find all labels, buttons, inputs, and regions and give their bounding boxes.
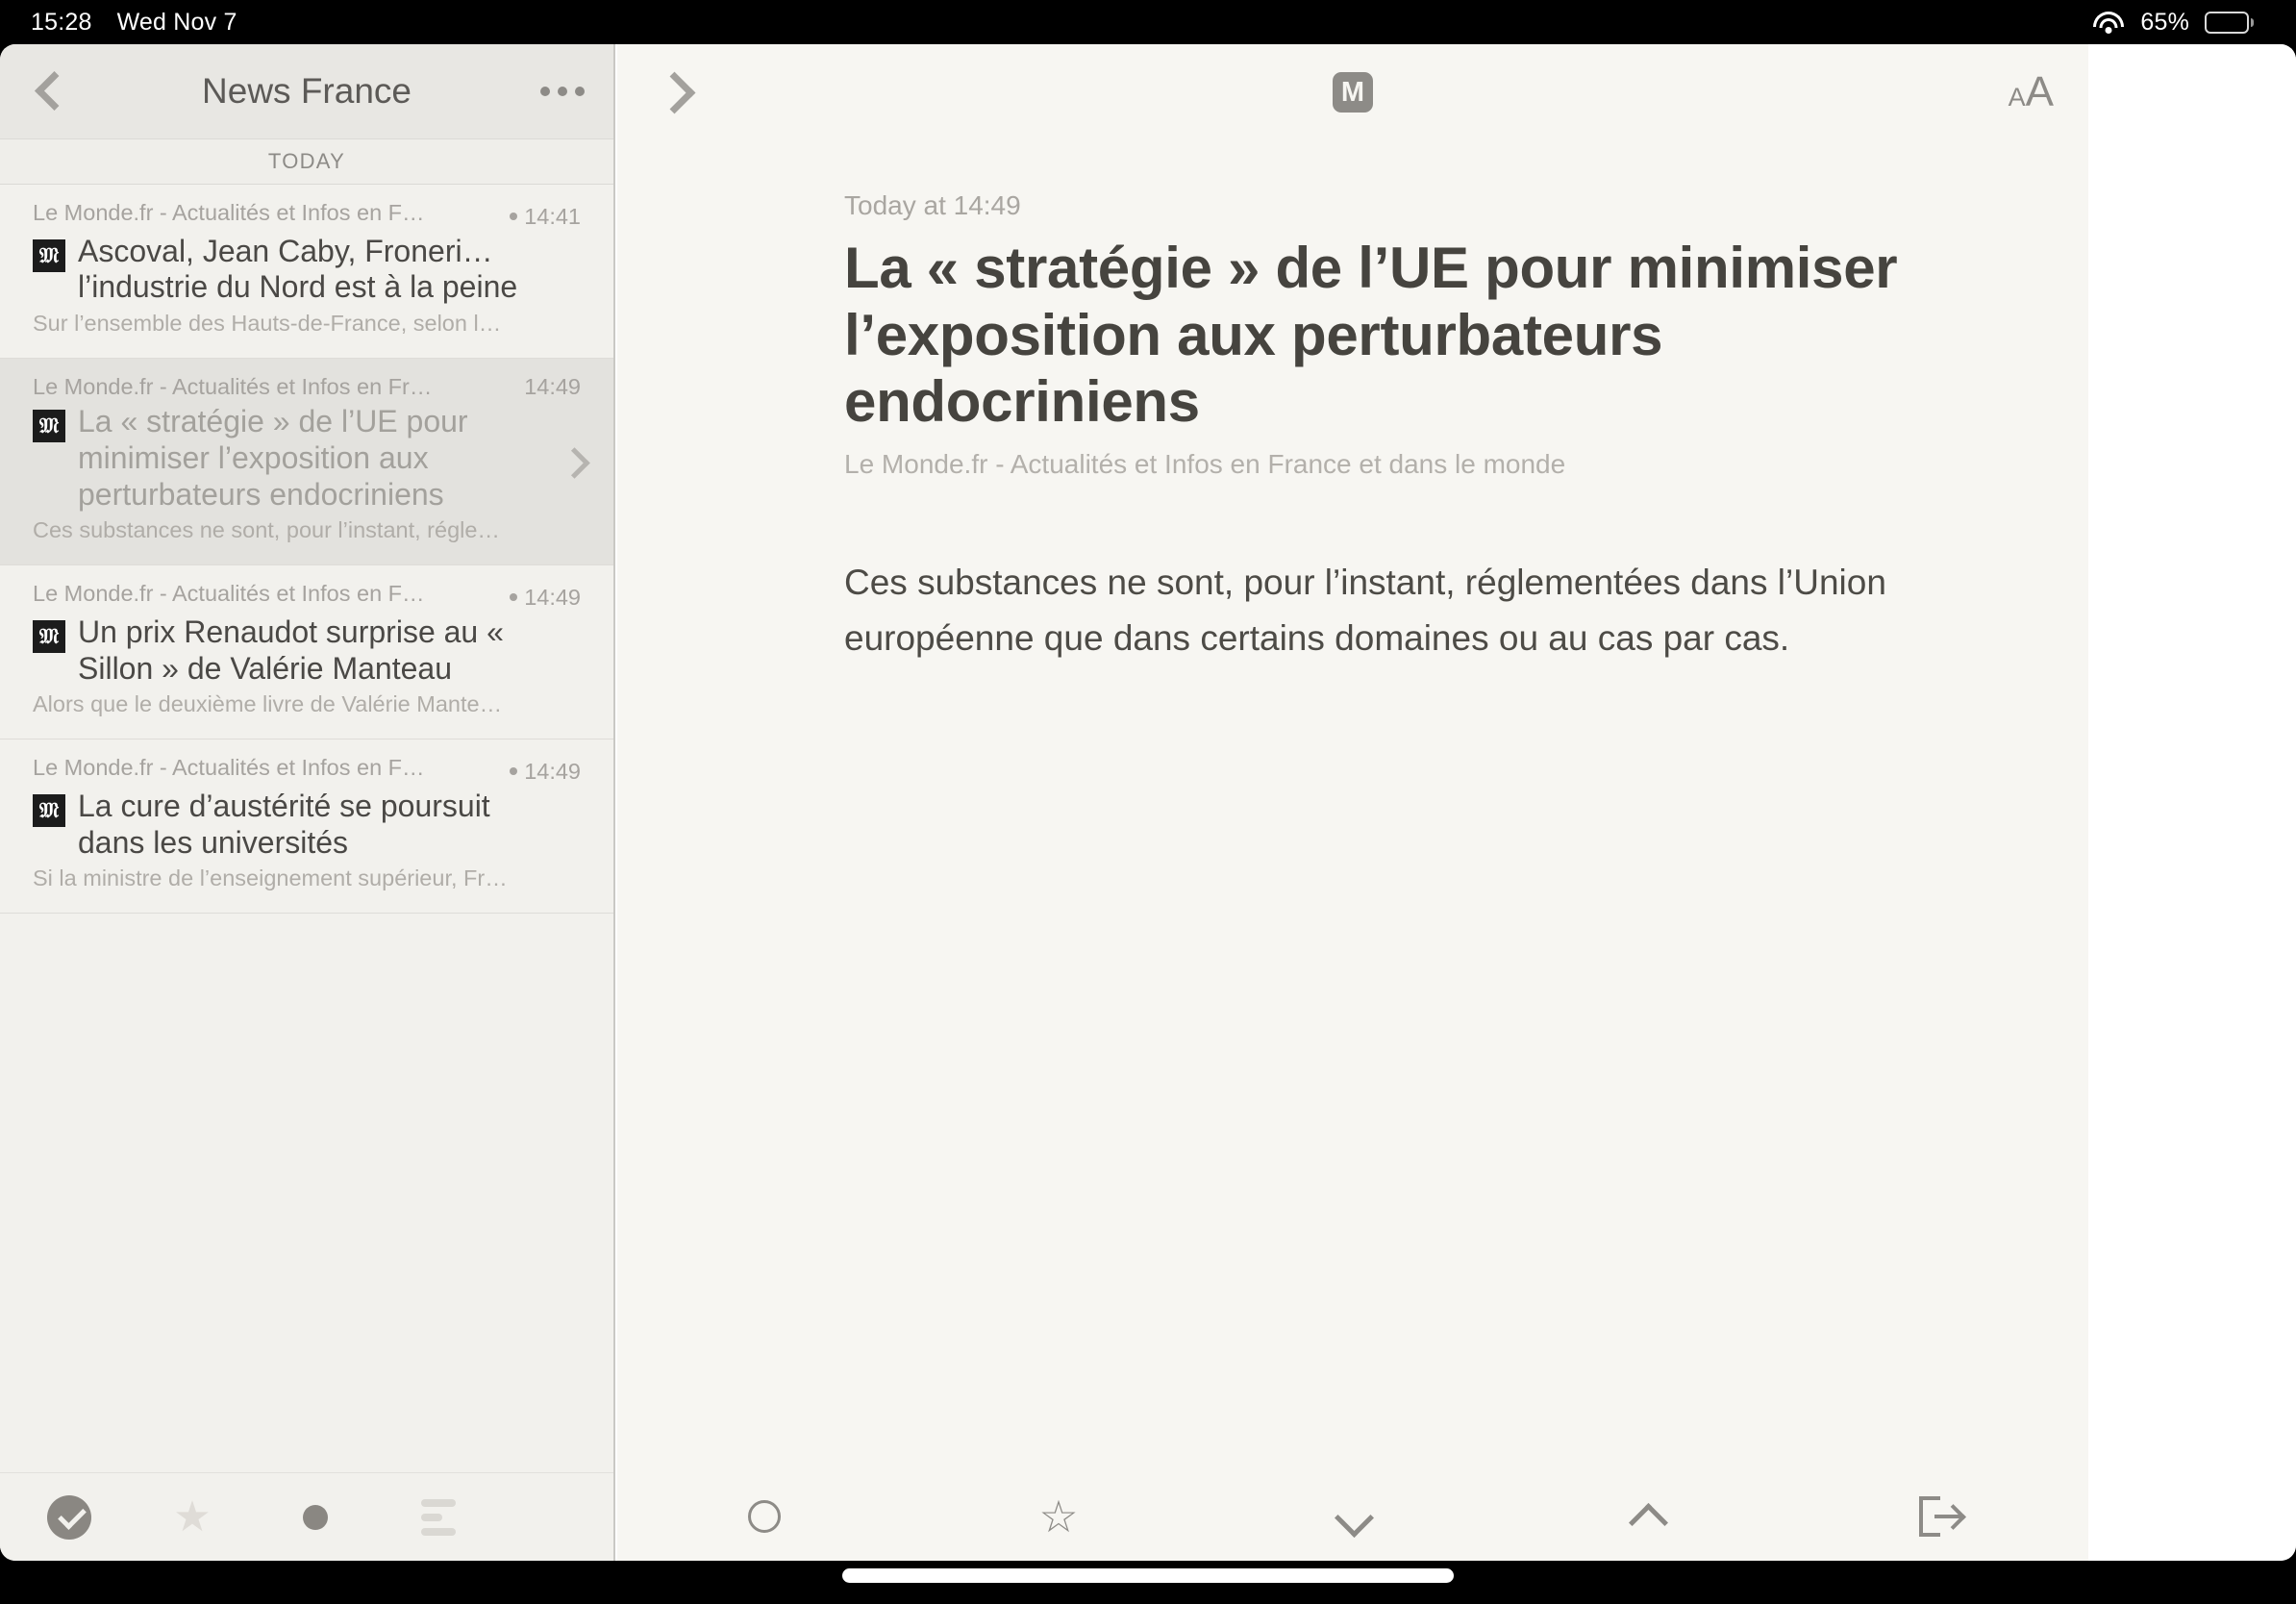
share-button[interactable] <box>1794 1472 2088 1561</box>
list-item-snippet: Ces substances ne sont, pour l’instant, … <box>33 517 500 543</box>
view-options-button[interactable] <box>377 1473 500 1562</box>
status-bar-left: 15:28 Wed Nov 7 <box>31 9 237 37</box>
mark-read-check-icon <box>47 1494 91 1540</box>
list-item-time: 14:49 <box>524 374 581 399</box>
list-item-title-text: La « stratégie » de l’UE pour minimiser … <box>78 404 468 512</box>
unread-dot-icon <box>303 1504 328 1530</box>
list-item[interactable]: Le Monde.fr - Actualités et Infos en F… … <box>0 565 613 740</box>
list-item-title: 𝔐 Ascoval, Jean Caby, Froneri… l’industr… <box>33 234 581 307</box>
list-item-snippet: Sur l’ensemble des Hauts-de-France, selo… <box>33 311 502 336</box>
list-item-title-text: La cure d’austérité se poursuit dans les… <box>78 788 490 860</box>
list-item[interactable]: Le Monde.fr - Actualités et Infos en F… … <box>0 185 613 359</box>
chevron-left-icon[interactable] <box>27 70 69 113</box>
mark-unread-circle-icon <box>748 1500 781 1533</box>
article-date: Today at 14:49 <box>844 190 1021 220</box>
unread-dot-icon <box>510 767 518 776</box>
list-item-source: Le Monde.fr - Actualités et Infos en F… <box>33 200 425 225</box>
le-monde-favicon: 𝔐 <box>33 410 65 442</box>
le-monde-favicon: 𝔐 <box>33 619 65 653</box>
sidebar-header: News France <box>0 44 613 138</box>
unread-filter-button[interactable] <box>254 1473 377 1562</box>
sidebar: News France TODAY Le Monde.fr - Actualit… <box>0 44 615 1561</box>
next-article-button[interactable] <box>1206 1472 1500 1561</box>
list-item-time: 14:49 <box>496 759 581 785</box>
le-monde-favicon: 𝔐 <box>33 793 65 827</box>
article-body: Ces substances ne sont, pour l’instant, … <box>844 562 1886 659</box>
reader-pane: M A A Today at 14:49 La « stratégie » de… <box>617 44 2088 1561</box>
share-export-icon <box>1919 1496 1963 1537</box>
le-monde-favicon: 𝔐 <box>33 238 65 272</box>
list-item-meta: Le Monde.fr - Actualités et Infos en Fr…… <box>33 374 581 400</box>
le-monde-m-logo: M <box>1333 72 1373 113</box>
list-item-title: 𝔐 La « stratégie » de l’UE pour minimise… <box>33 404 581 513</box>
list-item[interactable]: Le Monde.fr - Actualités et Infos en Fr…… <box>0 359 613 566</box>
status-date: Wed Nov 7 <box>116 8 237 36</box>
list-item-time: 14:41 <box>496 204 581 230</box>
reader-header: M A A <box>617 44 2088 140</box>
wifi-icon <box>2092 10 2125 35</box>
article-title: La « stratégie » de l’UE pour minimiser … <box>844 236 1898 435</box>
list-item-snippet: Alors que le deuxième livre de Valérie M… <box>33 691 503 717</box>
chevron-up-icon <box>1627 1496 1667 1537</box>
mark-read-button[interactable] <box>8 1473 131 1562</box>
list-item-snippet: Si la ministre de l’enseignement supérie… <box>33 865 508 891</box>
star-button[interactable]: ☆ <box>911 1472 1206 1561</box>
unread-dot-icon <box>510 213 518 220</box>
ellipsis-icon[interactable] <box>540 87 585 96</box>
star-filled-icon: ★ <box>173 1492 212 1541</box>
home-indicator-bar[interactable] <box>842 1568 1454 1583</box>
star-outline-icon: ☆ <box>1038 1491 1079 1541</box>
reader-toolbar: ☆ <box>617 1472 2088 1561</box>
list-item-title-text: Un prix Renaudot surprise au « Sillon » … <box>78 614 504 686</box>
battery-percent-label: 65% <box>2140 8 2189 36</box>
status-time: 15:28 <box>31 8 92 36</box>
section-header-today: TODAY <box>0 138 613 185</box>
right-blank-pane <box>2088 44 2296 1561</box>
list-item-source: Le Monde.fr - Actualités et Infos en Fr… <box>33 374 433 399</box>
list-item-source: Le Monde.fr - Actualités et Infos en F… <box>33 581 425 607</box>
sidebar-toolbar: ★ <box>0 1472 613 1561</box>
chevron-down-icon <box>1333 1496 1373 1537</box>
article-list[interactable]: Le Monde.fr - Actualités et Infos en F… … <box>0 185 613 1472</box>
unread-dot-icon <box>510 593 518 602</box>
list-item-meta: Le Monde.fr - Actualités et Infos en F… … <box>33 581 581 611</box>
previous-article-button[interactable] <box>1500 1472 1794 1561</box>
sidebar-title: News France <box>202 71 412 111</box>
reader-body: Today at 14:49 La « stratégie » de l’UE … <box>617 140 2088 1472</box>
app-window: News France TODAY Le Monde.fr - Actualit… <box>0 44 2296 1561</box>
list-item-source: Le Monde.fr - Actualités et Infos en F… <box>33 755 425 781</box>
list-item-meta: Le Monde.fr - Actualités et Infos en F… … <box>33 200 581 230</box>
list-lines-icon <box>421 1498 456 1536</box>
list-item[interactable]: Le Monde.fr - Actualités et Infos en F… … <box>0 739 613 915</box>
status-bar-right: 65% <box>2092 9 2254 37</box>
list-item-time: 14:49 <box>496 585 581 611</box>
article-source: Le Monde.fr - Actualités et Infos en Fra… <box>844 448 1566 479</box>
starred-filter-button[interactable]: ★ <box>131 1473 254 1562</box>
chevron-right-icon[interactable] <box>560 447 588 476</box>
text-size-small-label: A <box>2008 83 2026 112</box>
list-item-title: 𝔐 La cure d’austérité se poursuit dans l… <box>33 789 581 862</box>
battery-icon <box>2205 11 2254 34</box>
status-bar: 15:28 Wed Nov 7 65% <box>0 0 2296 44</box>
toggle-read-button[interactable] <box>617 1472 911 1561</box>
text-size-aa-icon[interactable]: A A <box>2009 68 2054 116</box>
chevron-right-icon[interactable] <box>652 69 698 115</box>
list-item-title: 𝔐 Un prix Renaudot surprise au « Sillon … <box>33 614 581 688</box>
text-size-large-label: A <box>2025 68 2054 115</box>
list-item-title-text: Ascoval, Jean Caby, Froneri… l’industrie… <box>78 233 518 305</box>
list-item-meta: Le Monde.fr - Actualités et Infos en F… … <box>33 755 581 785</box>
